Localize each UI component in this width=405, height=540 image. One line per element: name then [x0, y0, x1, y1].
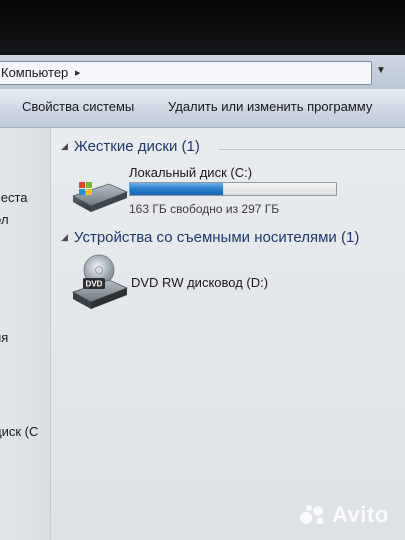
dvd-icon-label: DVD	[86, 280, 103, 289]
nav-item-2[interactable]: ол	[0, 212, 9, 227]
system-properties-button[interactable]: Свойства системы	[22, 99, 134, 114]
nav-item-4[interactable]: диск (С	[0, 424, 38, 439]
command-bar: Свойства системы Удалить или изменить пр…	[0, 89, 405, 128]
drive-item-c[interactable]: Локальный диск (C:) 163 ГБ свободно из 2…	[51, 128, 405, 228]
drive-c-usage-bar	[129, 182, 337, 196]
chevron-down-icon[interactable]: ▼	[376, 65, 386, 76]
uninstall-program-button[interactable]: Удалить или изменить программу	[168, 99, 372, 114]
nav-item-1[interactable]: честа	[0, 190, 28, 205]
drive-c-name: Локальный диск (C:)	[129, 165, 253, 180]
drive-item-d[interactable]: DVD DVD RW дисковод (D:)	[51, 248, 405, 318]
monitor-bezel-top	[0, 0, 405, 55]
collapse-triangle-icon[interactable]: ◢	[61, 232, 68, 243]
drive-c-usage-fill	[130, 183, 223, 195]
content-pane: ◢ Жесткие диски (1) Локальный диск (C:) …	[51, 128, 405, 540]
group-header-removable[interactable]: ◢ Устройства со съемными носителями (1)	[61, 229, 359, 246]
avito-watermark-text: Avito	[332, 502, 389, 527]
avito-logo-icon	[300, 505, 324, 525]
address-bar: Компьютер ▸ ▼	[0, 55, 405, 90]
drive-c-space-text: 163 ГБ свободно из 297 ГБ	[129, 202, 280, 216]
address-field[interactable]: Компьютер ▸	[0, 61, 372, 85]
chevron-right-icon[interactable]: ▸	[75, 66, 81, 79]
navigation-pane: честа ол ия диск (С	[0, 128, 51, 540]
drive-d-name: DVD RW дисковод (D:)	[131, 275, 269, 290]
group-title: Устройства со съемными носителями (1)	[73, 229, 360, 246]
nav-item-3[interactable]: ия	[0, 330, 8, 345]
dvd-drive-icon: DVD	[72, 254, 129, 309]
hard-drive-windows-icon	[72, 182, 129, 212]
explorer-window: Компьютер ▸ ▼ Свойства системы Удалить и…	[0, 0, 405, 540]
address-path: Компьютер	[1, 65, 69, 80]
